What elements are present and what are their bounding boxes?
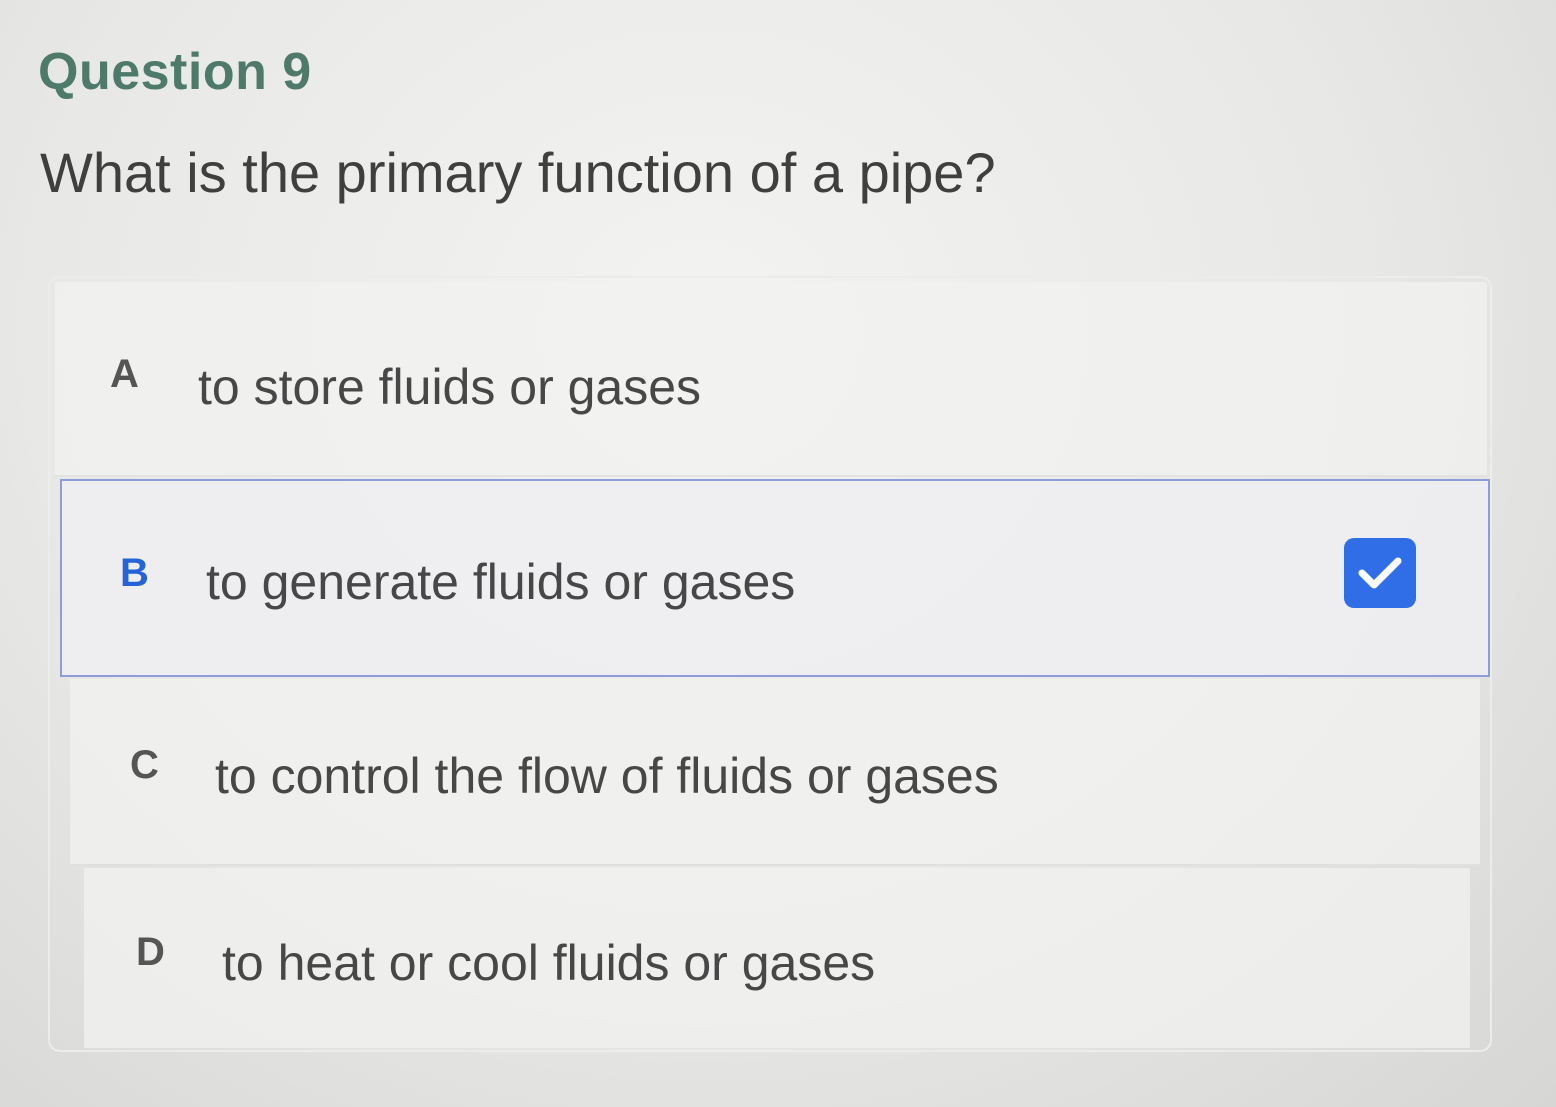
option-letter: D: [136, 930, 165, 974]
option-letter: C: [130, 743, 159, 787]
selected-checkbox[interactable]: [1344, 538, 1416, 608]
option-a[interactable]: A to store fluids or gases: [55, 282, 1487, 477]
option-text: to control the flow of fluids or gases: [215, 748, 999, 804]
question-prompt: What is the primary function of a pipe?: [40, 141, 996, 204]
option-c[interactable]: C to control the flow of fluids or gases: [70, 679, 1480, 866]
option-b[interactable]: B to generate fluids or gases: [60, 479, 1490, 677]
option-letter: A: [110, 352, 139, 396]
option-text: to generate fluids or gases: [206, 554, 796, 610]
checkmark-icon: [1358, 557, 1402, 589]
option-text: to store fluids or gases: [198, 359, 702, 415]
option-text: to heat or cool fluids or gases: [222, 935, 876, 991]
question-title: Question 9: [38, 43, 312, 101]
option-d[interactable]: D to heat or cool fluids or gases: [84, 868, 1470, 1048]
option-letter: B: [120, 551, 149, 595]
